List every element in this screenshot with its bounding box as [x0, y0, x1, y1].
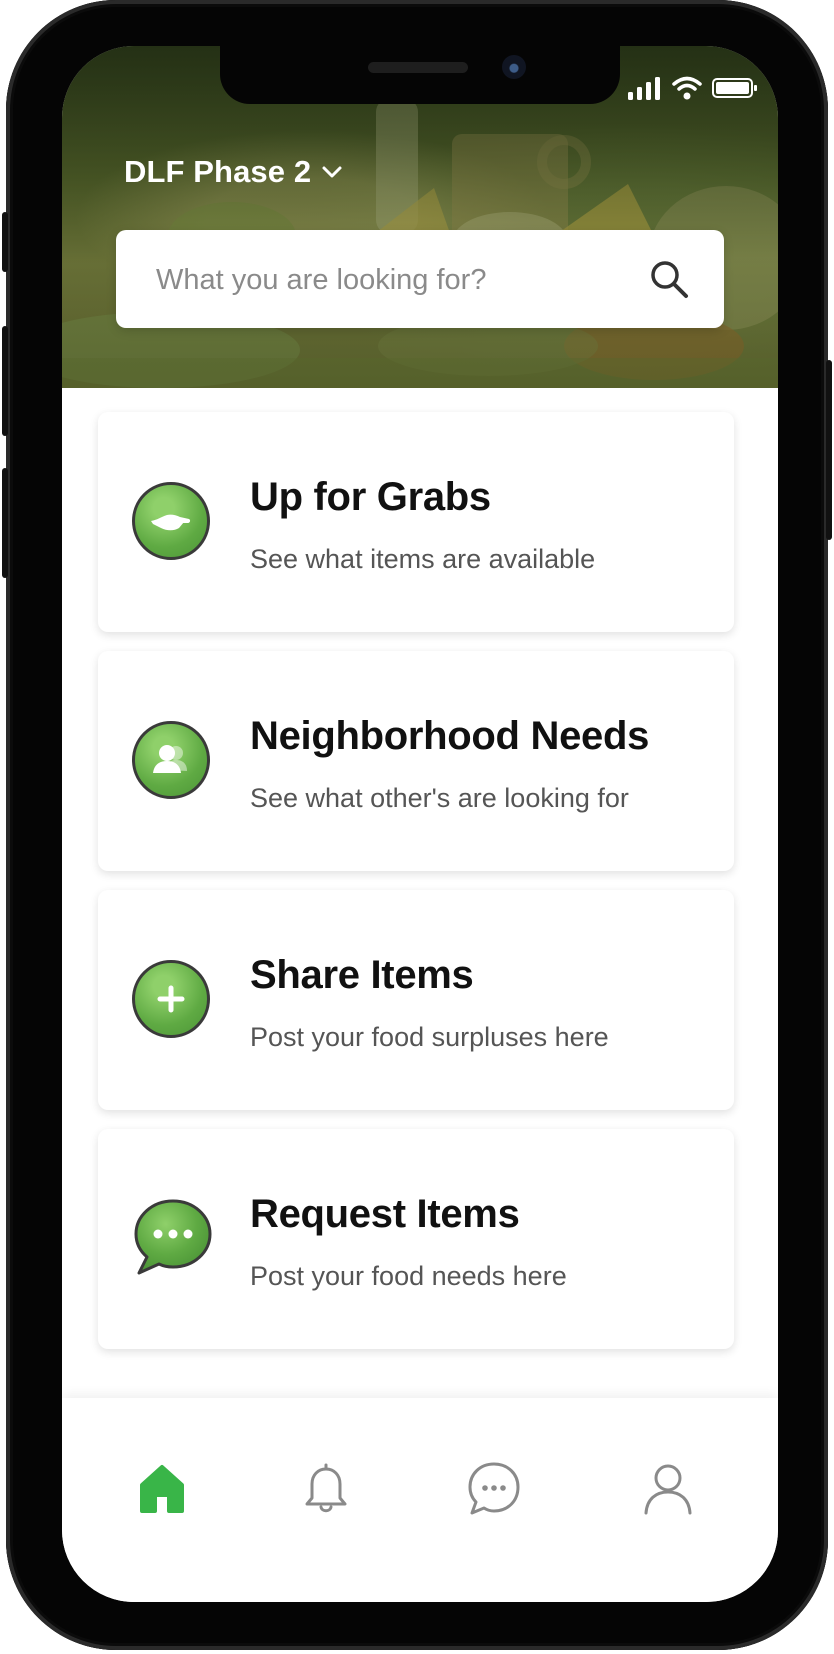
main-content: Up for Grabs See what items are availabl…	[62, 388, 778, 1398]
home-icon	[140, 1465, 184, 1513]
card-share-items[interactable]: Share Items Post your food surpluses her…	[98, 890, 734, 1110]
card-title: Share Items	[250, 953, 474, 997]
card-subtitle: Post your food needs here	[250, 1261, 567, 1291]
wifi-icon	[672, 76, 702, 100]
card-subtitle: Post your food surpluses here	[250, 1022, 609, 1052]
card-up-for-grabs[interactable]: Up for Grabs See what items are availabl…	[98, 412, 734, 632]
plus-icon	[132, 960, 210, 1038]
location-selector[interactable]: DLF Phase 2	[124, 154, 343, 190]
volume-down-button	[2, 468, 8, 578]
message-icon	[468, 1462, 520, 1515]
card-subtitle: See what other's are looking for	[250, 783, 629, 813]
signal-icon	[628, 77, 660, 100]
card-title: Neighborhood Needs	[250, 714, 650, 758]
search-icon[interactable]	[648, 258, 690, 300]
card-neighborhood-needs[interactable]: Neighborhood Needs See what other's are …	[98, 651, 734, 871]
profile-icon	[644, 1464, 692, 1515]
people-icon	[132, 721, 210, 799]
chat-bubble-icon	[134, 1199, 212, 1275]
status-bar	[628, 76, 758, 100]
silent-switch	[2, 212, 8, 272]
tab-notifications[interactable]	[290, 1452, 362, 1524]
card-title: Request Items	[250, 1192, 520, 1236]
phone-frame: DLF Phase 2 Up for Grabs See what items	[2, 0, 832, 1650]
tab-messages[interactable]	[458, 1452, 530, 1524]
front-camera	[502, 55, 526, 79]
app-screen: DLF Phase 2 Up for Grabs See what items	[62, 46, 778, 1602]
search-bar[interactable]	[116, 230, 724, 330]
battery-icon	[712, 78, 757, 98]
volume-up-button	[2, 326, 8, 436]
speaker	[368, 62, 468, 73]
bottom-tab-bar	[62, 1398, 778, 1602]
card-title: Up for Grabs	[250, 475, 491, 519]
hand-icon	[132, 482, 210, 560]
card-request-items[interactable]: Request Items Post your food needs here	[98, 1129, 734, 1349]
search-input[interactable]	[154, 230, 578, 330]
notch	[220, 46, 620, 104]
tab-home[interactable]	[126, 1452, 198, 1524]
card-subtitle: See what items are available	[250, 544, 596, 574]
tab-profile[interactable]	[632, 1452, 704, 1524]
power-button	[826, 360, 832, 540]
chevron-down-icon	[322, 166, 342, 178]
location-label: DLF Phase 2	[124, 154, 312, 189]
bell-icon	[305, 1463, 347, 1513]
